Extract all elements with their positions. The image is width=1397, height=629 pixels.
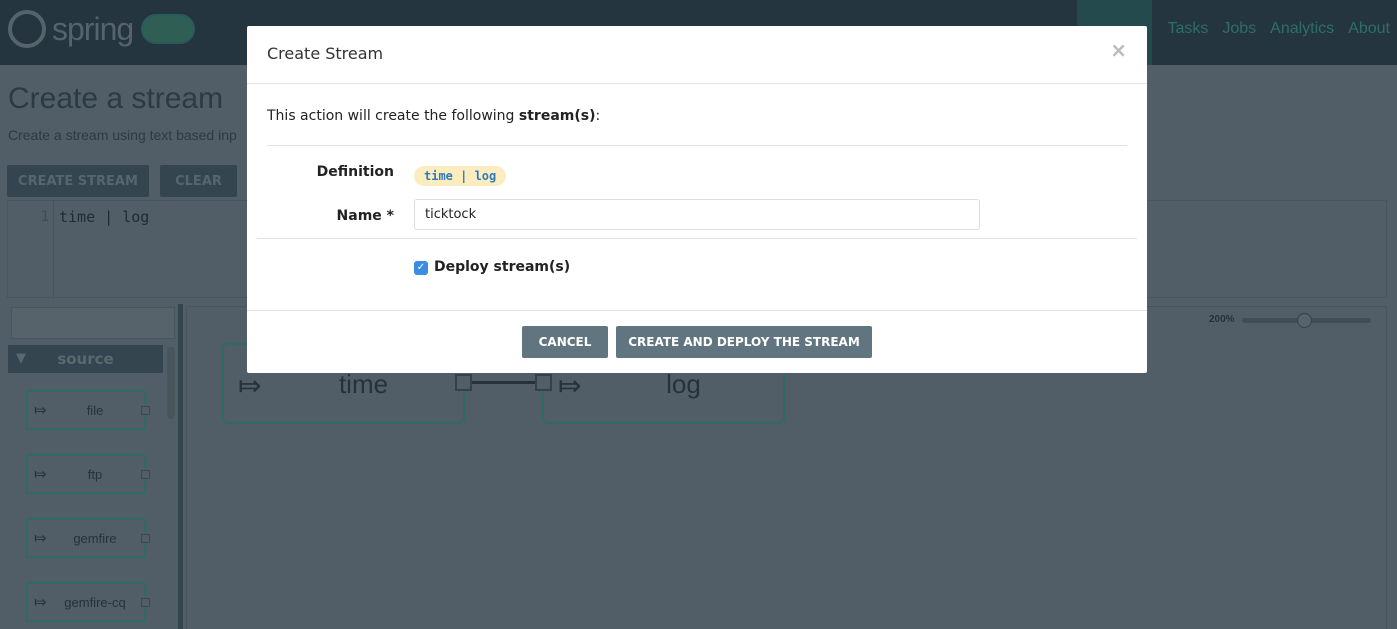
definition-label: Definition: [316, 164, 394, 180]
source-arrow-icon: ⤇: [34, 594, 47, 611]
intro-text: This action will create the following: [267, 108, 519, 124]
create-and-deploy-button[interactable]: CREATE AND DEPLOY THE STREAM: [616, 326, 872, 358]
node-label: time: [338, 369, 389, 399]
brand-name: spring: [52, 10, 134, 47]
spring-logo[interactable]: spring: [8, 10, 196, 48]
name-label: Name *: [336, 208, 394, 224]
nav-jobs[interactable]: Jobs: [1215, 0, 1263, 65]
intro-suffix: :: [595, 108, 601, 124]
create-stream-button[interactable]: CREATE STREAM: [7, 165, 149, 197]
nav-analytics[interactable]: Analytics: [1263, 0, 1341, 65]
close-icon[interactable]: ×: [1110, 38, 1127, 62]
item-label: ftp: [87, 467, 103, 482]
time-output-port[interactable]: [455, 374, 472, 391]
stream-link[interactable]: [472, 381, 537, 384]
item-label: file: [86, 403, 104, 418]
palette-item-gemfire-cq[interactable]: ⤇ gemfire-cq: [26, 582, 150, 622]
clear-button[interactable]: CLEAR: [160, 165, 237, 197]
dialog-intro: This action will create the following st…: [267, 108, 600, 124]
palette-resize-handle[interactable]: [178, 304, 183, 629]
output-port: [141, 598, 150, 607]
divider: [267, 145, 1127, 146]
palette-item-ftp[interactable]: ⤇ ftp: [26, 454, 150, 494]
nav-about[interactable]: About: [1341, 0, 1397, 65]
create-stream-dialog: Create Stream × This action will create …: [247, 26, 1147, 373]
zoom-slider-thumb[interactable]: [1297, 313, 1312, 328]
editor-code[interactable]: time | log: [59, 208, 149, 226]
item-label: gemfire-cq: [64, 595, 126, 610]
collapse-triangle-icon: ▼: [16, 351, 26, 366]
palette-group-source[interactable]: ▼ source: [8, 345, 163, 373]
page-subtitle: Create a stream using text based inp: [8, 127, 237, 143]
palette-search-input[interactable]: [11, 307, 175, 339]
definition-pill: time | log: [414, 166, 507, 186]
output-port: [141, 534, 150, 543]
zoom-label: 200%: [1209, 314, 1235, 325]
output-port: [141, 470, 150, 479]
palette-item-file[interactable]: ⤇ file: [26, 390, 150, 430]
source-arrow-icon: ⤇: [34, 466, 47, 483]
nav-tasks[interactable]: Tasks: [1160, 0, 1215, 65]
log-input-port[interactable]: [535, 374, 552, 391]
sink-arrow-icon: ⤇: [558, 370, 582, 401]
footer-divider: [247, 310, 1147, 311]
palette-item-gemfire[interactable]: ⤇ gemfire: [26, 518, 150, 558]
dialog-title: Create Stream: [267, 44, 384, 63]
deploy-label[interactable]: Deploy stream(s): [434, 259, 570, 275]
item-label: gemfire: [73, 531, 117, 546]
deploy-checkbox[interactable]: ✓: [414, 261, 428, 275]
output-port: [141, 406, 150, 415]
source-arrow-icon: ⤇: [34, 402, 47, 419]
divider: [257, 238, 1137, 239]
page-title: Create a stream: [8, 82, 224, 115]
group-label: source: [57, 350, 114, 368]
intro-bold: stream(s): [518, 108, 596, 124]
stream-name-input[interactable]: [414, 199, 980, 230]
spring-leaf-icon: [8, 10, 46, 48]
node-label: log: [666, 369, 701, 399]
cancel-button[interactable]: CANCEL: [522, 326, 608, 358]
line-number: 1: [8, 201, 54, 299]
cloud-icon: [141, 14, 196, 44]
palette-scrollbar[interactable]: [167, 347, 175, 419]
source-arrow-icon: ⤇: [238, 370, 262, 401]
source-arrow-icon: ⤇: [34, 530, 47, 547]
